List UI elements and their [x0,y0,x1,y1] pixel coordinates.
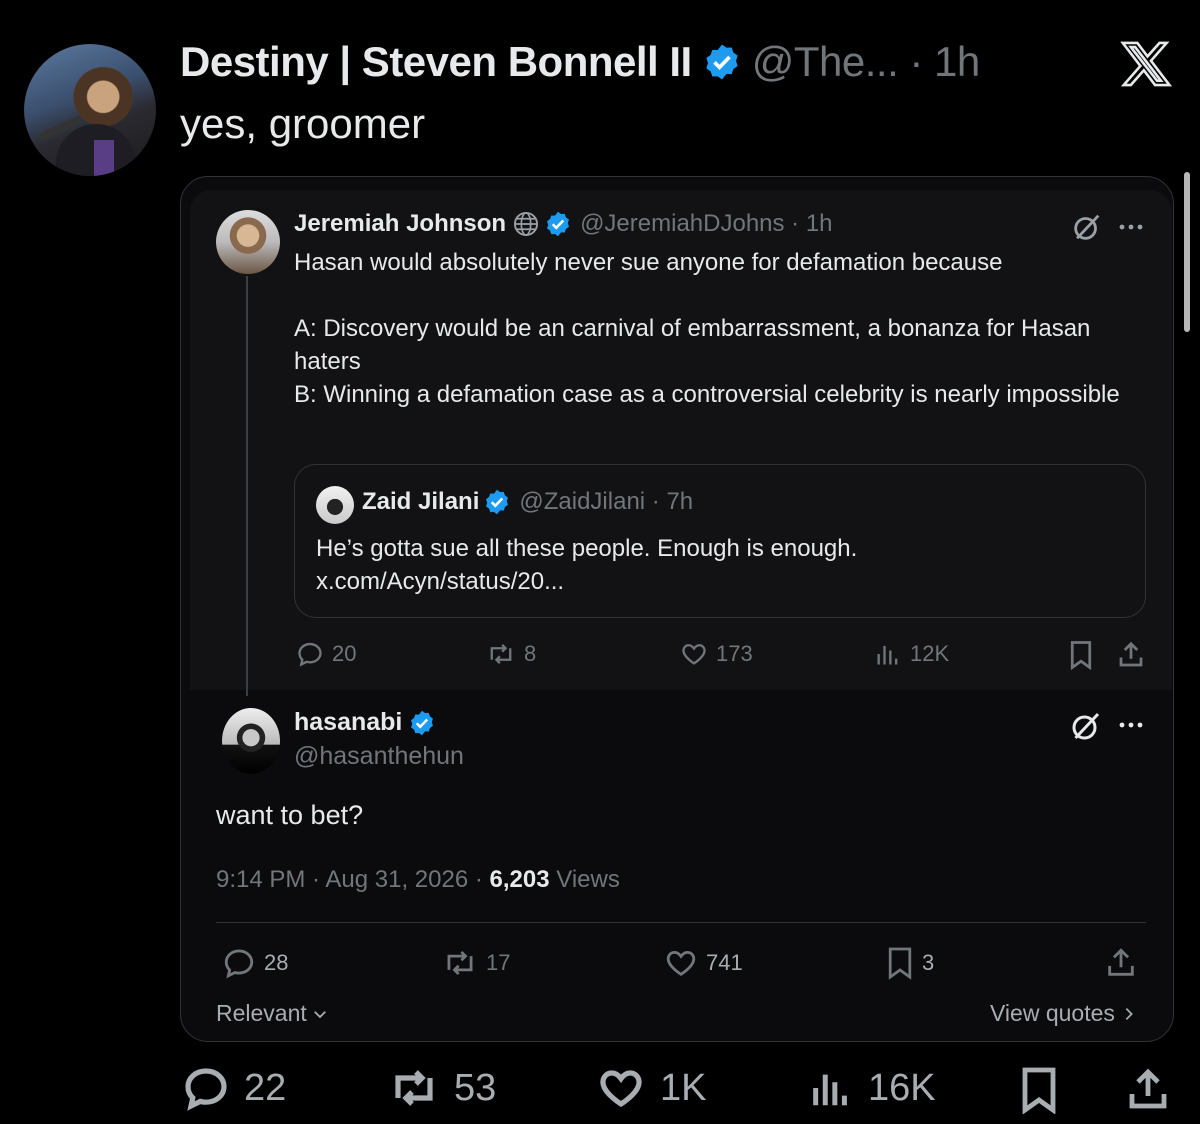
main-like-count: 1K [660,1066,707,1109]
quoted-like-count: 173 [716,641,753,666]
main-share-icon[interactable] [1124,1066,1172,1114]
repost-icon [447,950,473,976]
quoted-repost-button[interactable]: 8 [486,640,536,668]
main-views-count: 16K [868,1066,936,1109]
main-reply-button[interactable]: 22 [182,1064,286,1112]
reply-button[interactable]: 28 [222,946,288,980]
jeremiah-header: Jeremiah Johnson @JeremiahDJohns · 1h [294,210,833,238]
jeremiah-handle-time[interactable]: @JeremiahDJohns · 1h [580,210,832,238]
repost-button[interactable]: 17 [442,946,510,980]
tweet-timestamp-views: 9:14 PM · Aug 31, 2026 · 6,203 Views [216,866,620,894]
like-count: 741 [706,950,743,975]
tweet-timestamp[interactable]: 9:14 PM · Aug 31, 2026 · [216,866,490,893]
main-bookmark-icon[interactable] [1018,1066,1060,1114]
like-button[interactable]: 741 [664,946,743,980]
bookmark-button[interactable]: 3 [886,946,934,980]
quoted-views-button[interactable]: 12K [874,640,949,668]
zaid-avatar[interactable] [316,486,354,524]
share-icon[interactable] [1104,946,1138,980]
bookmark-count: 3 [922,950,935,975]
bookmark-icon[interactable] [1068,640,1094,670]
repost-icon [395,1070,433,1106]
quoted-repost-count: 8 [524,641,537,666]
divider [216,922,1146,923]
zaid-line-1: He’s gotta sue all these people. Enough … [316,535,858,562]
hasanabi-avatar[interactable] [222,708,280,774]
hasanabi-tweet-text: want to bet? [216,800,364,830]
tweet-text: yes, groomer [180,100,426,147]
share-icon[interactable] [1116,640,1146,670]
chevron-down-icon [313,1010,326,1018]
author-name[interactable]: Destiny | Steven Bonnell II [180,38,692,86]
reply-icon [185,1068,227,1111]
zaid-name[interactable]: Zaid Jilani [362,488,479,516]
view-quotes-link[interactable]: View quotes [990,1000,1137,1027]
quoted-like-button[interactable]: 173 [680,640,753,668]
heart-icon [600,1070,642,1108]
jeremiah-line-1: Hasan would absolutely never sue anyone … [294,249,1003,276]
hasanabi-header: hasanabi [294,708,436,737]
quoted-views-count: 12K [910,641,950,666]
hasanabi-handle[interactable]: @hasanthehun [294,742,464,771]
verified-badge-icon [486,489,509,515]
views-icon [813,1074,847,1106]
repost-icon [490,643,512,665]
thread-connector-line [246,276,248,696]
sort-replies-dropdown[interactable]: Relevant [216,1000,329,1027]
x-logo-icon[interactable] [1120,38,1172,90]
zaid-link[interactable]: x.com/Acyn/status/20... [316,565,1116,598]
view-quotes-label: View quotes [990,1000,1115,1026]
views-icon [877,645,898,665]
zaid-header: Zaid Jilani @ZaidJilani · 7h [362,488,693,516]
sort-label: Relevant [216,1000,307,1026]
quoted-reply-button[interactable]: 20 [296,640,356,668]
chevron-right-icon [1125,1007,1133,1020]
globe-icon [514,211,539,237]
jeremiah-line-3: B: Winning a defamation case as a contro… [294,381,1120,408]
verified-badge-icon [547,211,570,237]
main-like-button[interactable]: 1K [596,1064,706,1112]
main-reply-count: 22 [244,1066,287,1109]
hasanabi-name[interactable]: hasanabi [294,708,402,737]
reply-icon [224,949,254,979]
heart-icon [682,644,706,665]
main-views-button[interactable]: 16K [808,1064,936,1112]
jeremiah-line-2: A: Discovery would be an carnival of emb… [294,315,1091,375]
reply-icon [298,642,322,667]
zaid-tweet-text: He’s gotta sue all these people. Enough … [316,532,1116,598]
quoted-reply-count: 20 [332,641,357,666]
main-repost-button[interactable]: 53 [388,1064,496,1112]
reply-count: 28 [264,950,289,975]
grok-icon[interactable] [1068,708,1104,744]
jeremiah-avatar[interactable] [216,210,280,274]
author-header: Destiny | Steven Bonnell II @The... · 1h [180,38,980,86]
author-handle-time[interactable]: @The... · 1h [752,38,981,86]
jeremiah-name[interactable]: Jeremiah Johnson [294,210,506,238]
scrollbar[interactable] [1184,172,1190,332]
repost-count: 17 [486,950,511,975]
heart-icon [666,950,696,976]
zaid-handle-time[interactable]: @ZaidJilani · 7h [519,488,693,516]
views-label: Views [549,866,620,893]
verified-badge-icon [706,44,738,80]
main-repost-count: 53 [454,1066,497,1109]
bookmark-icon [888,947,912,980]
author-avatar[interactable] [24,44,156,176]
jeremiah-tweet-text: Hasan would absolutely never sue anyone … [294,246,1144,411]
more-options-icon[interactable] [1118,218,1146,236]
views-count: 6,203 [489,866,550,893]
verified-badge-icon [411,710,434,735]
grok-icon[interactable] [1070,210,1104,244]
more-options-icon[interactable] [1118,716,1146,734]
